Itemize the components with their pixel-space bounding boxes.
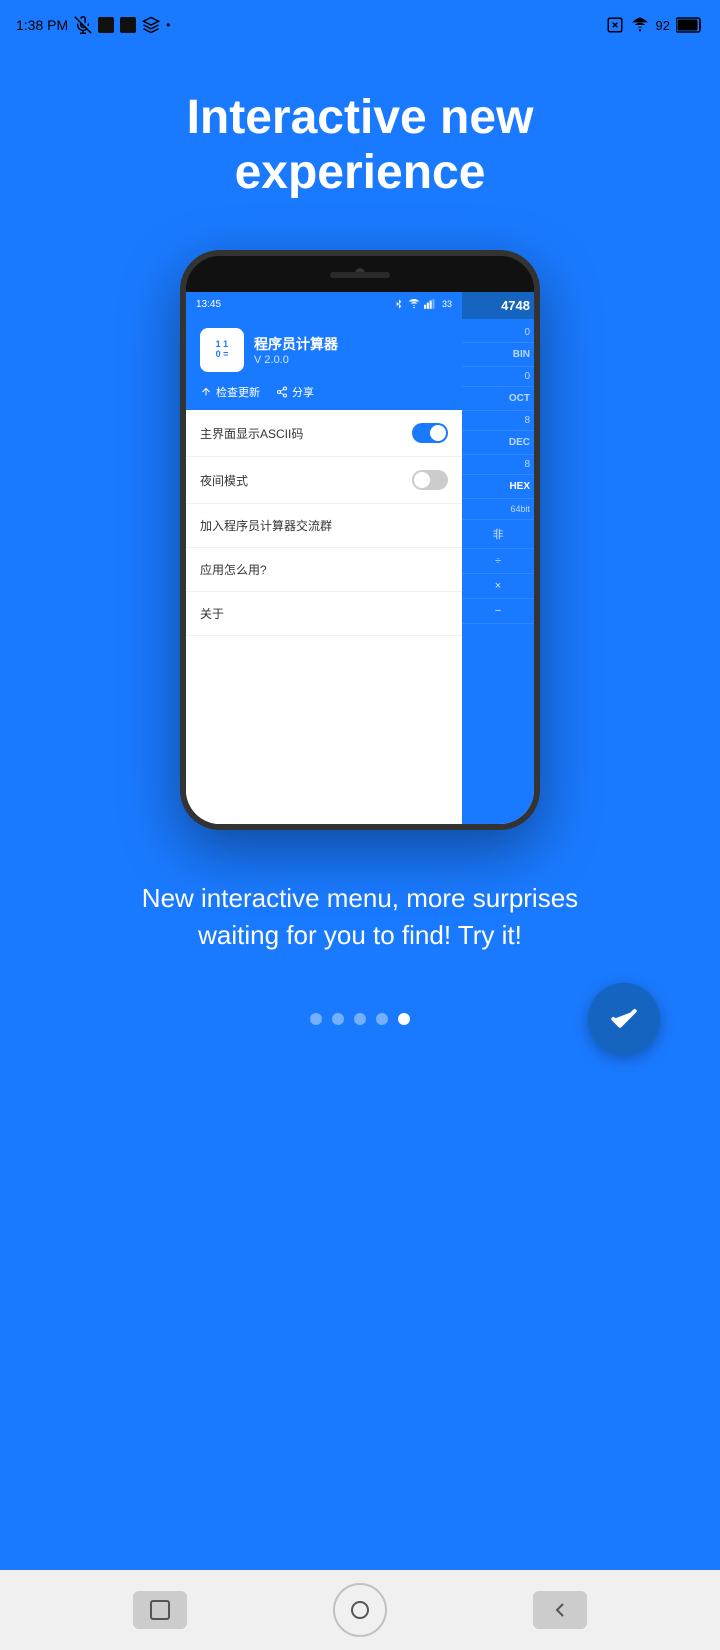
sq-icon-1 xyxy=(98,17,114,33)
bottom-nav xyxy=(0,1570,720,1650)
menu-label-howto: 应用怎么用? xyxy=(200,561,267,578)
phone-battery: 33 xyxy=(442,299,452,309)
notification-dot: • xyxy=(166,18,170,32)
toggle-night[interactable] xyxy=(412,470,448,490)
description-text: New interactive menu, more surprises wai… xyxy=(80,880,640,953)
dot-4[interactable] xyxy=(376,1013,388,1025)
headline-line1: Interactive new xyxy=(187,91,534,144)
phone-signal xyxy=(424,299,438,309)
menu-item-group[interactable]: 加入程序员计算器交流群 xyxy=(186,504,462,548)
menu-label-ascii: 主界面显示ASCII码 xyxy=(200,425,303,442)
wifi-icon xyxy=(630,16,650,34)
phone-app-version: V 2.0.0 xyxy=(254,354,338,366)
calc-op-sub[interactable]: − xyxy=(462,599,534,624)
battery-icon xyxy=(676,17,704,33)
toggle-ascii[interactable] xyxy=(412,423,448,443)
headline-line2: experience xyxy=(235,146,486,199)
share-label: 分享 xyxy=(292,384,314,400)
menu-label-group: 加入程序员计算器交流群 xyxy=(200,517,332,534)
calc-op-mul[interactable]: × xyxy=(462,574,534,599)
calc-bits: 64bit xyxy=(462,499,534,520)
phone-bluetooth xyxy=(394,299,404,309)
menu-label-night: 夜间模式 xyxy=(200,472,248,489)
dot-5[interactable] xyxy=(398,1013,410,1025)
upload-icon xyxy=(200,386,212,398)
phone-notch xyxy=(186,256,534,292)
phone-header-actions: 检查更新 分享 xyxy=(200,382,448,400)
calc-dec[interactable]: DEC xyxy=(462,431,534,455)
mute-icon xyxy=(74,16,92,34)
main-content: Interactive new experience 13:45 33 xyxy=(0,50,720,1570)
check-update-label: 检查更新 xyxy=(216,384,260,400)
calc-hex[interactable]: HEX xyxy=(462,475,534,499)
dot-3[interactable] xyxy=(354,1013,366,1025)
calc-op-div[interactable]: ÷ xyxy=(462,549,534,574)
layers-icon xyxy=(142,16,160,34)
calc-hex-val: 8 xyxy=(462,455,534,475)
phone-app-info: 1 10 = 程序员计算器 V 2.0.0 xyxy=(200,328,448,372)
calc-right-val: 0 xyxy=(462,323,534,343)
dot-2[interactable] xyxy=(332,1013,344,1025)
check-button[interactable] xyxy=(588,983,660,1055)
phone-speaker xyxy=(330,272,390,278)
back-icon xyxy=(548,1598,572,1622)
pagination xyxy=(20,1013,700,1025)
menu-label-about: 关于 xyxy=(200,605,224,622)
phone-app-name: 程序员计算器 xyxy=(254,334,338,354)
phone-wifi xyxy=(408,299,420,309)
menu-item-ascii[interactable]: 主界面显示ASCII码 xyxy=(186,410,462,457)
nav-recent-button[interactable] xyxy=(133,1591,187,1629)
phone-inner-status: 13:45 33 xyxy=(186,292,462,316)
recent-icon xyxy=(148,1598,172,1622)
nav-home-button[interactable] xyxy=(333,1583,387,1637)
phone-menu: 主界面显示ASCII码 夜间模式 加入程序员计算器交流群 应用怎么用? 关于 xyxy=(186,410,462,824)
calc-number: 4748 xyxy=(466,298,530,313)
calc-op-not[interactable]: 非 xyxy=(462,520,534,549)
dot-1[interactable] xyxy=(310,1013,322,1025)
phone-app-header: 1 10 = 程序员计算器 V 2.0.0 检查更新 xyxy=(186,316,462,410)
status-bar-right: 92 xyxy=(606,16,704,34)
menu-item-howto[interactable]: 应用怎么用? xyxy=(186,548,462,592)
phone-check-update[interactable]: 检查更新 xyxy=(200,384,260,400)
phone-screen: 13:45 33 1 10 = 程序员计算 xyxy=(186,292,534,824)
calc-dec-val: 8 xyxy=(462,411,534,431)
home-icon xyxy=(348,1598,372,1622)
x-icon xyxy=(606,16,624,34)
phone-share[interactable]: 分享 xyxy=(276,384,314,400)
calc-oct-val: 0 xyxy=(462,367,534,387)
status-bar: 1:38 PM • 92 xyxy=(0,0,720,50)
menu-item-about[interactable]: 关于 xyxy=(186,592,462,636)
calc-oct[interactable]: OCT xyxy=(462,387,534,411)
headline: Interactive new experience xyxy=(60,90,660,200)
share-icon xyxy=(276,386,288,398)
status-bar-left: 1:38 PM • xyxy=(16,16,170,34)
calc-bin[interactable]: BIN xyxy=(462,343,534,367)
menu-item-night[interactable]: 夜间模式 xyxy=(186,457,462,504)
sq-icon-2 xyxy=(120,17,136,33)
phone-mockup: 13:45 33 1 10 = 程序员计算 xyxy=(180,250,540,830)
battery-level: 92 xyxy=(656,18,670,33)
phone-left-panel: 13:45 33 1 10 = 程序员计算 xyxy=(186,292,462,824)
phone-app-details: 程序员计算器 V 2.0.0 xyxy=(254,334,338,366)
phone-right-panel: 4748 0 BIN 0 OCT 8 DEC 8 HEX 64bit 非 ÷ ×… xyxy=(462,292,534,824)
check-icon xyxy=(608,1003,640,1035)
status-time: 1:38 PM xyxy=(16,17,68,33)
phone-app-icon: 1 10 = xyxy=(200,328,244,372)
phone-inner-time: 13:45 xyxy=(196,299,221,310)
nav-back-button[interactable] xyxy=(533,1591,587,1629)
calc-display: 4748 xyxy=(462,292,534,319)
